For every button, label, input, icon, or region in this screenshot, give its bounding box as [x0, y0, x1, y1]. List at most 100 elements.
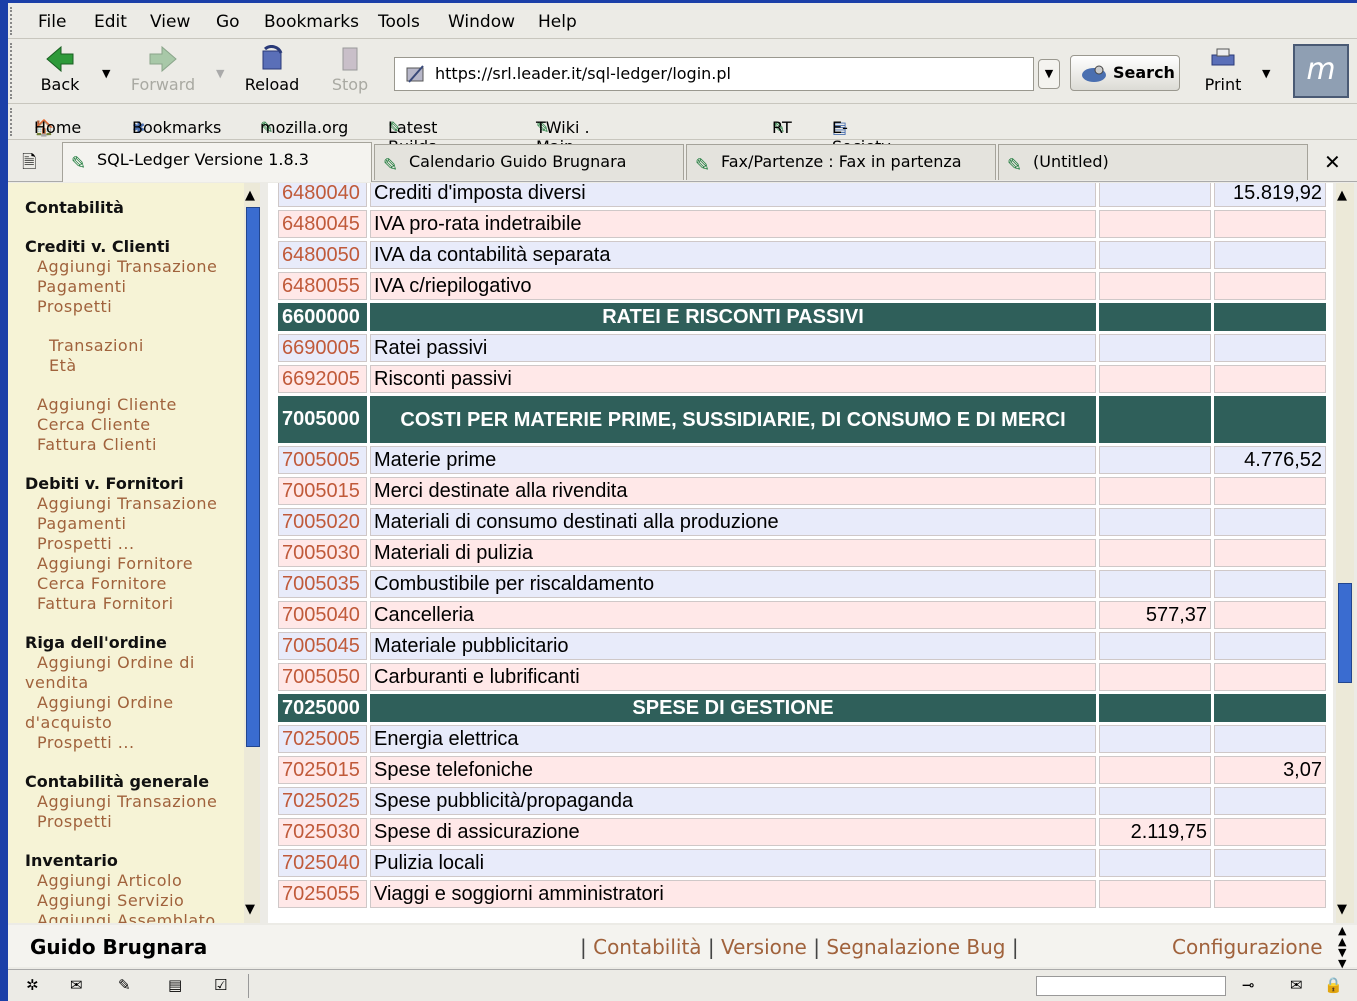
link-aggiungi-servizio[interactable]: Aggiungi Servizio	[37, 891, 244, 911]
section-inventario[interactable]: Inventario	[25, 851, 244, 871]
address-book-icon[interactable]: ▤	[168, 976, 192, 996]
account-code-link[interactable]: 7025025	[278, 787, 367, 815]
forward-dropdown-icon[interactable]: ▼	[216, 67, 224, 80]
account-code-link[interactable]: 7005015	[278, 477, 367, 505]
link-fattura-fornitori[interactable]: Fattura Fornitori	[37, 594, 244, 614]
section-crediti[interactable]: Crediti v. Clienti	[25, 237, 244, 257]
back-dropdown-icon[interactable]: ▼	[102, 67, 110, 80]
sidebar-scrollbar[interactable]: ▲ ▼	[244, 183, 260, 923]
link-cerca-cliente[interactable]: Cerca Cliente	[37, 415, 244, 435]
mozilla-throbber-logo[interactable]: m	[1293, 44, 1349, 98]
sidebar-scroll-thumb[interactable]	[246, 207, 260, 747]
bookmarks-grip[interactable]	[10, 108, 18, 136]
lock-icon[interactable]: 🔒	[1324, 976, 1348, 996]
account-code-link[interactable]: 7005050	[278, 663, 367, 691]
url-dropdown-button[interactable]: ▼	[1038, 59, 1060, 89]
account-code-link[interactable]: 7005030	[278, 539, 367, 567]
section-contabilita-generale[interactable]: Contabilità generale	[25, 772, 244, 792]
main-scroll-thumb[interactable]	[1338, 583, 1352, 683]
account-code-link[interactable]: 6690005	[278, 334, 367, 362]
menu-help[interactable]: Help	[538, 12, 577, 32]
account-code-link[interactable]: 7005000	[278, 396, 367, 443]
menu-tools[interactable]: Tools	[378, 12, 420, 32]
menubar-grip[interactable]	[10, 7, 18, 35]
account-code-link[interactable]: 7005045	[278, 632, 367, 660]
scroll-up-icon[interactable]: ▲	[1337, 189, 1347, 203]
link-segnalazione-bug[interactable]: Segnalazione Bug	[826, 935, 1005, 959]
link-ordine-acquisto[interactable]: Aggiungi Ordine d'acquisto	[25, 693, 215, 733]
menu-window[interactable]: Window	[448, 12, 515, 32]
link-transazioni[interactable]: Transazioni	[37, 336, 244, 356]
link-prospetti[interactable]: Prospetti ...	[25, 733, 215, 753]
account-code-link[interactable]: 6480055	[278, 272, 367, 300]
link-pagamenti[interactable]: Pagamenti	[37, 277, 244, 297]
account-code-link[interactable]: 7025015	[278, 756, 367, 784]
navbar-grip[interactable]	[10, 43, 18, 99]
link-pagamenti[interactable]: Pagamenti	[37, 514, 244, 534]
close-tab-icon[interactable]: ✕	[1324, 150, 1341, 174]
search-button[interactable]: Search	[1070, 55, 1180, 91]
link-contabilita[interactable]: Contabilità	[593, 935, 701, 959]
menu-file[interactable]: File	[38, 12, 66, 32]
account-code-link[interactable]: 7005040	[278, 601, 367, 629]
account-code-link[interactable]: 7005035	[278, 570, 367, 598]
forward-button[interactable]: Forward	[123, 45, 203, 99]
reload-button[interactable]: Reload	[232, 45, 312, 99]
menu-bookmarks[interactable]: Bookmarks	[264, 12, 359, 32]
account-code-link[interactable]: 7025005	[278, 725, 367, 753]
print-button[interactable]: Print	[1198, 47, 1248, 101]
scroll-down-icon[interactable]: ▼	[1337, 903, 1347, 917]
account-code-link[interactable]: 6480045	[278, 210, 367, 238]
menu-edit[interactable]: Edit	[94, 12, 127, 32]
security-icon[interactable]: ✉	[1290, 976, 1314, 996]
section-ordine[interactable]: Riga dell'ordine	[25, 633, 244, 653]
link-aggiungi-articolo[interactable]: Aggiungi Articolo	[37, 871, 244, 891]
account-code-link[interactable]: 7025055	[278, 880, 367, 908]
tab-calendario[interactable]: ✎ Calendario Guido Brugnara	[374, 144, 684, 180]
print-dropdown-icon[interactable]: ▼	[1262, 67, 1270, 80]
link-prospetti[interactable]: Prospetti	[37, 297, 244, 317]
menu-view[interactable]: View	[150, 12, 190, 32]
account-code-link[interactable]: 7025030	[278, 818, 367, 846]
composer-icon[interactable]: ✎	[118, 976, 142, 996]
link-eta[interactable]: Età	[37, 356, 244, 376]
new-tab-icon[interactable]: 🗎	[22, 150, 36, 180]
tab-fax-partenze[interactable]: ✎ Fax/Partenze : Fax in partenza	[686, 144, 996, 180]
link-aggiungi-transazione[interactable]: Aggiungi Transazione	[37, 792, 244, 812]
link-cerca-fornitore[interactable]: Cerca Fornitore	[37, 574, 244, 594]
link-configurazione[interactable]: Configurazione	[1172, 935, 1323, 959]
main-scrollbar[interactable]: ▲ ▼	[1336, 183, 1354, 923]
section-debiti[interactable]: Debiti v. Fornitori	[25, 474, 244, 494]
tab-sql-ledger[interactable]: ✎ SQL-Ledger Versione 1.8.3	[62, 142, 372, 182]
account-code-link[interactable]: 6480040	[278, 183, 367, 207]
link-prospetti[interactable]: Prospetti	[37, 812, 244, 832]
link-aggiungi-transazione[interactable]: Aggiungi Transazione	[37, 494, 244, 514]
back-button[interactable]: Back	[20, 45, 100, 99]
chat-icon[interactable]: ☑	[214, 976, 238, 996]
mail-icon[interactable]: ✉	[70, 976, 94, 996]
link-fattura-clienti[interactable]: Fattura Clienti	[37, 435, 244, 455]
url-input[interactable]: https://srl.leader.it/sql-ledger/login.p…	[394, 57, 1034, 91]
link-aggiungi-fornitore[interactable]: Aggiungi Fornitore	[37, 554, 244, 574]
account-code-link[interactable]: 6692005	[278, 365, 367, 393]
account-code-link[interactable]: 7025000	[278, 694, 367, 722]
account-code-link[interactable]: 7005020	[278, 508, 367, 536]
account-code-link[interactable]: 7025040	[278, 849, 367, 877]
scroll-down-icon[interactable]: ▼	[245, 903, 255, 917]
section-contabilita[interactable]: Contabilità	[25, 198, 244, 218]
stop-button[interactable]: Stop	[310, 45, 390, 99]
account-code-link[interactable]: 6600000	[278, 303, 367, 331]
tab-untitled[interactable]: ✎ (Untitled)	[998, 144, 1308, 180]
link-aggiungi-assemblato[interactable]: Aggiungi Assemblato	[37, 911, 244, 923]
account-code-link[interactable]: 7005005	[278, 446, 367, 474]
link-prospetti[interactable]: Prospetti ...	[37, 534, 244, 554]
footer-scroll-arrows-icon[interactable]: ▲ ▲ ▼ ▼	[1338, 925, 1346, 969]
link-aggiungi-cliente[interactable]: Aggiungi Cliente	[37, 395, 244, 415]
scroll-up-icon[interactable]: ▲	[245, 189, 255, 203]
navigator-icon[interactable]: ✲	[26, 976, 50, 996]
link-versione[interactable]: Versione	[721, 935, 807, 959]
menu-go[interactable]: Go	[216, 12, 240, 32]
online-icon[interactable]: ⊸	[1242, 976, 1266, 996]
account-code-link[interactable]: 6480050	[278, 241, 367, 269]
link-aggiungi-transazione[interactable]: Aggiungi Transazione	[37, 257, 244, 277]
